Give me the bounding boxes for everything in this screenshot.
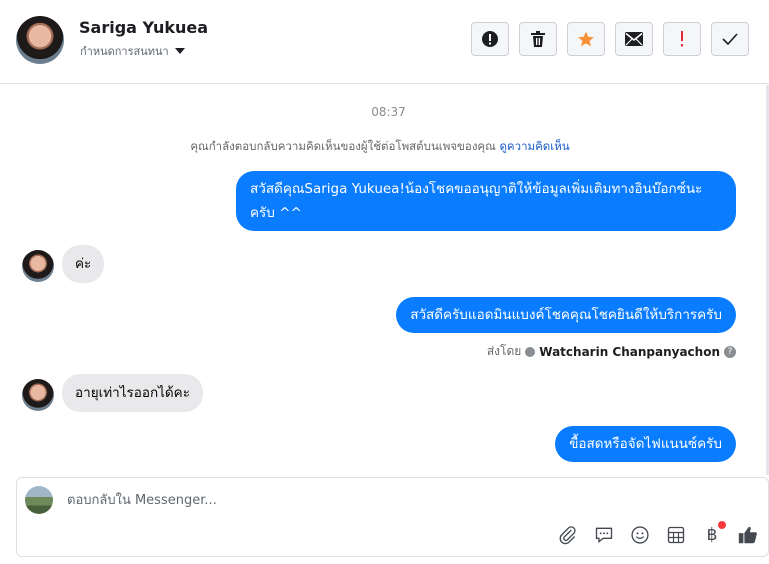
caret-down-icon [174, 48, 185, 54]
message-timestamp: 08:37 [371, 105, 406, 119]
conversation-settings-label: กำหนดการสนทนา [80, 45, 169, 58]
paperclip-icon [559, 526, 576, 545]
verified-icon [525, 346, 536, 357]
saved-replies-button[interactable] [593, 524, 615, 546]
message-bubble-incoming: ค่ะ [62, 245, 105, 283]
baht-icon: ฿ [706, 525, 718, 545]
message-bubble-incoming: อายุเท่าไรออกได้คะ [62, 374, 203, 412]
spam-button[interactable] [663, 22, 701, 56]
emoji-button[interactable] [629, 524, 651, 546]
avatar[interactable] [22, 250, 54, 282]
attach-button[interactable] [557, 524, 579, 546]
reply-composer: ฿ [16, 477, 769, 557]
check-icon [722, 33, 738, 45]
conversation-settings-dropdown[interactable]: กำหนดการสนทนา [80, 42, 185, 60]
trash-icon [531, 31, 545, 47]
message-bubble-outgoing: สวัสดีคุณSariga Yukuea!น้องโชคขออนุญาติใ… [236, 171, 736, 231]
reply-notice-text: คุณกำลังตอบกลับความคิดเห็นของผู้ใช้ต่อโพ… [190, 139, 496, 153]
emoji-icon [631, 526, 649, 544]
notification-dot [718, 521, 726, 529]
avatar[interactable] [16, 16, 64, 64]
help-icon[interactable]: ? [724, 345, 736, 358]
reply-notice: คุณกำลังตอบกลับความคิดเห็นของผู้ใช้ต่อโพ… [0, 138, 760, 156]
conversation-header: Sariga Yukuea กำหนดการสนทนา [0, 0, 769, 84]
sent-by-name: Watcharin Chanpanyachon [539, 344, 720, 359]
mark-done-button[interactable] [711, 22, 749, 56]
view-comment-link[interactable]: ดูความคิดเห็น [499, 139, 569, 153]
payment-button[interactable]: ฿ [701, 521, 726, 546]
table-button[interactable] [665, 524, 687, 546]
page-avatar [25, 486, 53, 514]
avatar[interactable] [22, 379, 54, 411]
chat-bubble-icon [595, 527, 613, 544]
sent-by-label: ส่งโดย [486, 344, 522, 358]
exclamation-icon [681, 31, 683, 47]
message-bubble-outgoing: ขื้อสดหรือจัดไฟแนนซ์ครับ [555, 426, 736, 462]
like-button[interactable] [737, 524, 759, 546]
table-icon [667, 526, 685, 544]
delete-button[interactable] [519, 22, 557, 56]
sent-by-info: ส่งโดย Watcharin Chanpanyachon ? [487, 342, 736, 361]
star-icon [578, 31, 594, 47]
alert-button[interactable] [471, 22, 509, 56]
message-bubble-outgoing: สวัสดีครับแอดมินแบงค์โชคคุณโชคยินดีให้บร… [396, 297, 736, 333]
reply-input[interactable] [65, 492, 669, 509]
star-button[interactable] [567, 22, 605, 56]
message-thread[interactable]: 08:37 คุณกำลังตอบกลับความคิดเห็นของผู้ใช… [0, 85, 769, 475]
mail-icon [625, 32, 643, 46]
contact-name[interactable]: Sariga Yukuea [79, 18, 208, 37]
alert-circle-icon [482, 31, 498, 47]
mark-unread-button[interactable] [615, 22, 653, 56]
like-icon [738, 526, 757, 544]
